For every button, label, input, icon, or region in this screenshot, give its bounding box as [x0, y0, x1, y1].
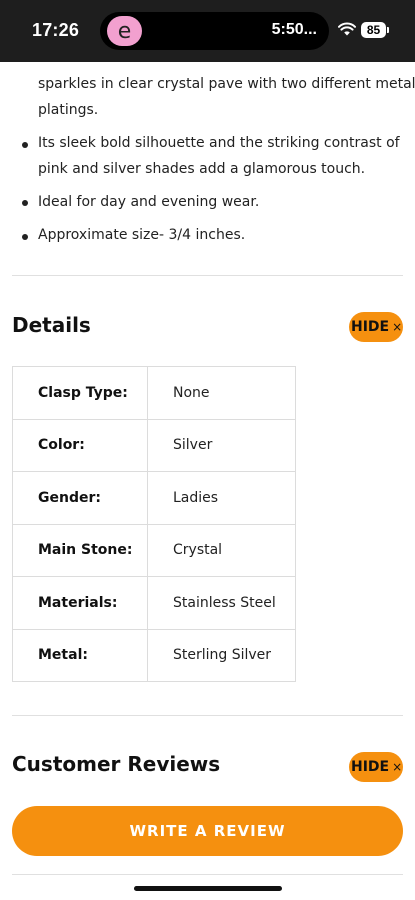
section-divider [12, 275, 403, 276]
close-icon: × [392, 320, 403, 334]
details-table: Clasp Type: None Color: Silver Gender: L… [12, 366, 296, 682]
detail-key: Materials: [12, 576, 148, 630]
detail-value: None [147, 366, 296, 420]
bullet-dot [22, 200, 28, 206]
write-review-button[interactable]: WRITE A REVIEW [12, 806, 403, 856]
details-title: Details [12, 313, 91, 337]
table-row: Main Stone: Crystal [12, 523, 296, 577]
table-row: Metal: Sterling Silver [12, 628, 296, 682]
detail-key: Metal: [12, 628, 148, 682]
detail-value: Sterling Silver [147, 628, 296, 682]
details-hide-button[interactable]: HIDE × [349, 312, 403, 342]
table-row: Materials: Stainless Steel [12, 576, 296, 630]
island-timer: 5:50... [271, 21, 317, 38]
description-line: pink and silver shades add a glamorous t… [38, 161, 366, 177]
bullet-dot [22, 142, 28, 148]
table-row: Gender: Ladies [12, 471, 296, 525]
status-time: 17:26 [32, 20, 80, 40]
detail-value: Ladies [147, 471, 296, 525]
battery-level: 85 [361, 22, 386, 38]
battery-tip [387, 27, 389, 33]
table-row: Color: Silver [12, 418, 296, 472]
detail-key: Gender: [12, 471, 148, 525]
hide-label: HIDE [351, 759, 390, 775]
detail-key: Color: [12, 418, 148, 472]
description-line: Ideal for day and evening wear. [38, 194, 260, 210]
status-bar: 17:26 e 5:50... 85 [0, 0, 415, 62]
close-icon: × [392, 760, 403, 774]
hide-label: HIDE [351, 319, 390, 335]
section-divider [12, 715, 403, 716]
dynamic-island[interactable]: e 5:50... [100, 12, 329, 50]
description-line: Its sleek bold silhouette and the striki… [38, 135, 400, 151]
detail-value: Silver [147, 418, 296, 472]
reviews-hide-button[interactable]: HIDE × [349, 752, 403, 782]
detail-key: Main Stone: [12, 523, 148, 577]
reviews-title: Customer Reviews [12, 752, 221, 776]
home-indicator[interactable] [134, 886, 282, 891]
section-divider [12, 874, 403, 875]
description-line: platings. [38, 102, 99, 118]
detail-key: Clasp Type: [12, 366, 148, 420]
detail-value: Crystal [147, 523, 296, 577]
wifi-icon [338, 22, 356, 36]
bullet-dot [22, 234, 28, 240]
description-line: Approximate size- 3/4 inches. [38, 227, 246, 243]
app-badge: e [107, 16, 142, 46]
table-row: Clasp Type: None [12, 366, 296, 420]
app-badge-letter: e [117, 18, 132, 44]
detail-value: Stainless Steel [147, 576, 296, 630]
description-line: sparkles in clear crystal pave with two … [38, 76, 415, 92]
